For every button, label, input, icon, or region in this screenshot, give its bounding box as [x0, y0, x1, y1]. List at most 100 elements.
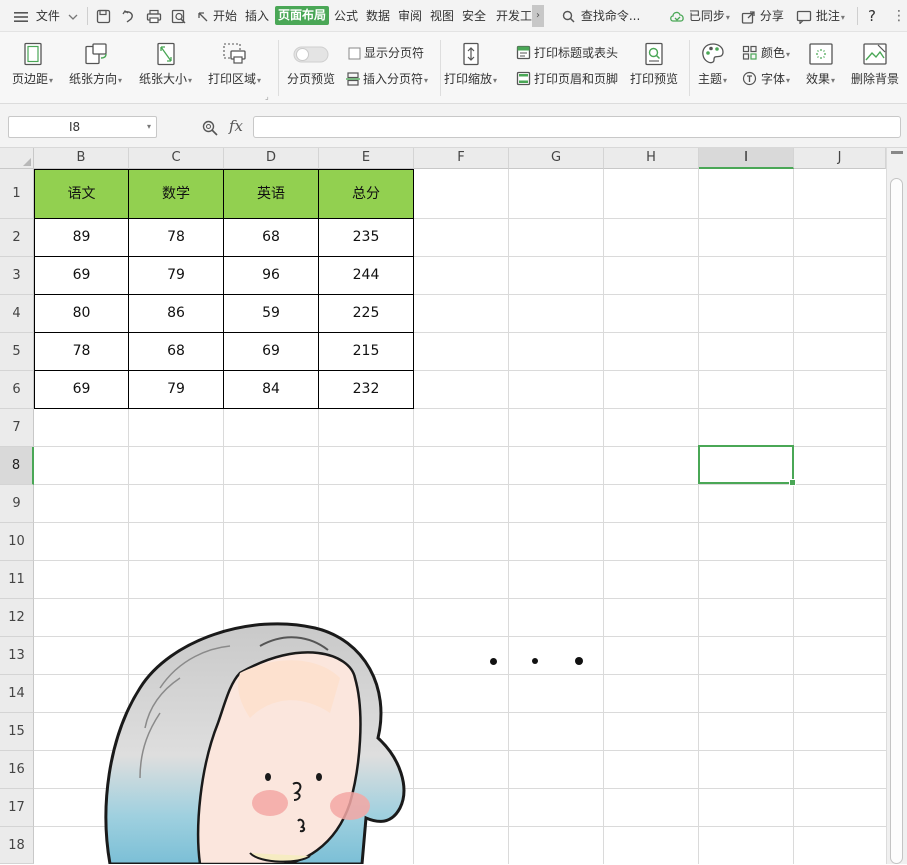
table-cell[interactable]: 78: [129, 219, 224, 257]
table-cell[interactable]: 59: [224, 295, 319, 333]
sync-status[interactable]: 已同步▾: [669, 0, 730, 32]
search-command[interactable]: 查找命令...: [562, 0, 640, 32]
row-header-8[interactable]: 8: [0, 447, 34, 485]
file-menu[interactable]: 文件: [14, 0, 78, 32]
help-button[interactable]: ?: [868, 0, 876, 32]
row-header-9[interactable]: 9: [0, 485, 34, 523]
column-header-f[interactable]: F: [414, 148, 509, 169]
row-header-17[interactable]: 17: [0, 789, 34, 827]
table-cell[interactable]: 244: [319, 257, 414, 295]
save-button[interactable]: [96, 0, 111, 32]
theme-button[interactable]: 主题▾: [698, 42, 727, 87]
print-scaling-button[interactable]: 打印缩放▾: [444, 42, 497, 87]
comment-button[interactable]: 批注▾: [796, 0, 845, 32]
tab-developer[interactable]: 开发工: [496, 0, 532, 32]
table-cell[interactable]: 79: [129, 257, 224, 295]
table-cell[interactable]: 225: [319, 295, 414, 333]
tab-data[interactable]: 数据: [366, 0, 390, 32]
table-cell[interactable]: 69: [34, 257, 129, 295]
column-header-b[interactable]: B: [34, 148, 129, 169]
column-header-d[interactable]: D: [224, 148, 319, 169]
formula-input[interactable]: [253, 116, 901, 138]
table-cell[interactable]: 79: [129, 371, 224, 409]
tab-formulas[interactable]: 公式: [334, 0, 358, 32]
row-header-1[interactable]: 1: [0, 169, 34, 219]
print-header-footer-button[interactable]: 打印页眉和页脚: [516, 71, 618, 87]
print-preview-ribbon-button[interactable]: 打印预览: [630, 42, 678, 87]
delete-background-button[interactable]: 删除背景: [851, 42, 899, 87]
print-preview-button[interactable]: [171, 0, 187, 32]
margins-button[interactable]: 页边距▾: [12, 42, 53, 87]
undo-button[interactable]: [121, 0, 136, 32]
table-cell[interactable]: 68: [129, 333, 224, 371]
insert-function-button[interactable]: fx: [229, 117, 243, 135]
row-header-13[interactable]: 13: [0, 637, 34, 675]
row-header-12[interactable]: 12: [0, 599, 34, 637]
insert-page-break-button[interactable]: 插入分页符▾: [346, 71, 428, 87]
row-header-3[interactable]: 3: [0, 257, 34, 295]
table-cell[interactable]: 78: [34, 333, 129, 371]
scrollbar-thumb[interactable]: [890, 178, 903, 864]
row-header-6[interactable]: 6: [0, 371, 34, 409]
effects-button[interactable]: 效果▾: [806, 42, 835, 87]
more-options-icon[interactable]: ⋮: [892, 0, 906, 32]
row-header-2[interactable]: 2: [0, 219, 34, 257]
selected-cell-i8[interactable]: [698, 445, 796, 486]
table-cell[interactable]: 80: [34, 295, 129, 333]
table-cell[interactable]: 89: [34, 219, 129, 257]
divider: [440, 40, 441, 96]
row-header-7[interactable]: 7: [0, 409, 34, 447]
tab-insert[interactable]: 插入: [245, 0, 269, 32]
table-cell[interactable]: 86: [129, 295, 224, 333]
tab-review[interactable]: 审阅: [398, 0, 422, 32]
orientation-button[interactable]: 纸张方向▾: [69, 42, 122, 87]
print-button[interactable]: [146, 0, 162, 32]
table-cell[interactable]: 235: [319, 219, 414, 257]
tab-page-layout[interactable]: 页面布局: [275, 6, 330, 25]
row-header-15[interactable]: 15: [0, 713, 34, 751]
table-cell[interactable]: 215: [319, 333, 414, 371]
name-box[interactable]: I8 ▾: [8, 116, 157, 138]
table-cell[interactable]: 96: [224, 257, 319, 295]
tab-security[interactable]: 安全: [462, 0, 486, 32]
table-cell[interactable]: 232: [319, 371, 414, 409]
row-header-5[interactable]: 5: [0, 333, 34, 371]
more-button[interactable]: [197, 0, 209, 32]
table-cell[interactable]: 84: [224, 371, 319, 409]
table-cell[interactable]: 69: [34, 371, 129, 409]
colors-button[interactable]: 颜色▾: [742, 45, 790, 61]
spreadsheet: BCDEFGHIJ 1 2 3 4 5 6 7 8 9 10 11 12 13 14 15 16 17 18 语文…: [0, 148, 907, 864]
row-header-11[interactable]: 11: [0, 561, 34, 599]
column-header-h[interactable]: H: [604, 148, 699, 169]
show-page-breaks-checkbox[interactable]: 显示分页符: [348, 45, 424, 61]
column-header-i[interactable]: I: [699, 148, 794, 169]
table-header-cell[interactable]: 语文: [34, 169, 129, 219]
row-header-16[interactable]: 16: [0, 751, 34, 789]
fonts-button[interactable]: 字体▾: [742, 71, 790, 87]
column-header-j[interactable]: J: [794, 148, 886, 169]
vertical-scrollbar[interactable]: [886, 148, 907, 864]
row-header-10[interactable]: 10: [0, 523, 34, 561]
column-header-c[interactable]: C: [129, 148, 224, 169]
row-header-14[interactable]: 14: [0, 675, 34, 713]
zoom-formula-button[interactable]: [202, 120, 219, 139]
table-header-cell[interactable]: 数学: [129, 169, 224, 219]
tab-view[interactable]: 视图: [430, 0, 454, 32]
tabs-scroll-right-button[interactable]: ›: [532, 5, 544, 27]
share-button[interactable]: 分享: [741, 0, 784, 32]
table-cell[interactable]: 69: [224, 333, 319, 371]
table-cell[interactable]: 68: [224, 219, 319, 257]
dialog-launcher-icon[interactable]: ⌟: [265, 92, 269, 101]
select-all-button[interactable]: [0, 148, 34, 169]
print-area-button[interactable]: 打印区域▾: [208, 42, 261, 87]
table-header-cell[interactable]: 总分: [319, 169, 414, 219]
page-break-preview-button[interactable]: 分页预览: [287, 44, 335, 87]
column-header-e[interactable]: E: [319, 148, 414, 169]
column-header-g[interactable]: G: [509, 148, 604, 169]
table-header-cell[interactable]: 英语: [224, 169, 319, 219]
tab-home[interactable]: 开始: [213, 0, 237, 32]
row-header-4[interactable]: 4: [0, 295, 34, 333]
row-header-18[interactable]: 18: [0, 827, 34, 864]
paper-size-button[interactable]: 纸张大小▾: [139, 42, 192, 87]
print-titles-button[interactable]: 打印标题或表头: [516, 45, 618, 61]
